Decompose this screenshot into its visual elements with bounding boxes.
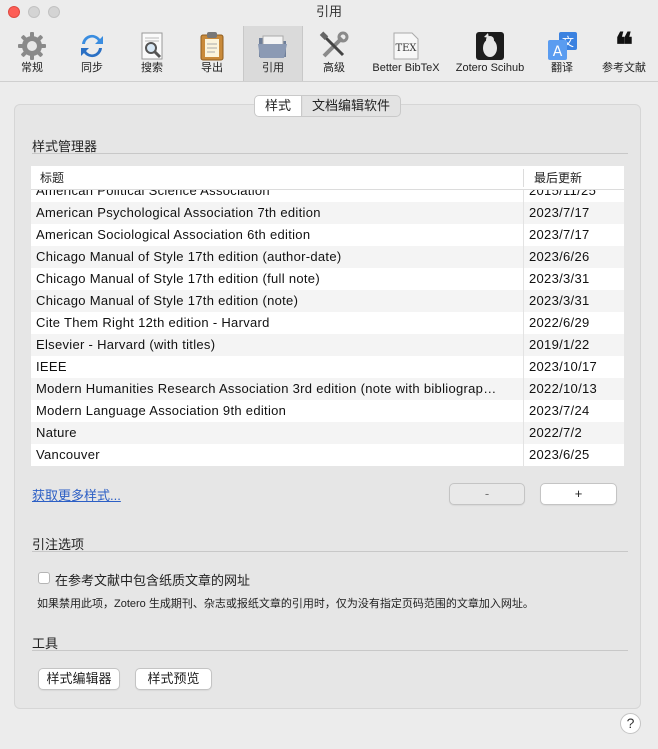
translate-icon: 文 A xyxy=(540,30,584,62)
style-preview-button[interactable]: 样式预览 xyxy=(135,668,212,690)
style-editor-button[interactable]: 样式编辑器 xyxy=(38,668,120,690)
divider xyxy=(32,650,628,651)
toolbar-sync[interactable]: 同步 xyxy=(70,30,114,80)
table-row[interactable]: Chicago Manual of Style 17th edition (no… xyxy=(31,290,624,312)
column-header-title[interactable]: 标题 xyxy=(40,166,64,190)
style-title: Elsevier - Harvard (with titles) xyxy=(36,337,216,352)
style-title: Modern Language Association 9th edition xyxy=(36,403,287,418)
toolbar-label: 导出 xyxy=(201,62,223,74)
tab-word-processors[interactable]: 文档编辑软件 xyxy=(302,96,400,116)
title-bar: 引用 xyxy=(0,0,658,24)
tex-icon: TEX xyxy=(368,30,444,62)
style-title: Chicago Manual of Style 17th edition (fu… xyxy=(36,271,320,286)
gear-icon xyxy=(10,30,54,62)
style-title: Vancouver xyxy=(36,447,100,462)
include-urls-note: 如果禁用此项，Zotero 生成期刊、杂志或报纸文章的引用时，仅为没有指定页码范… xyxy=(37,598,534,610)
table-header: 标题 最后更新 xyxy=(31,166,624,190)
table-row[interactable]: Nature 2022/7/2 xyxy=(31,422,624,444)
quote-icon: ❝ xyxy=(614,26,634,66)
sync-icon xyxy=(70,30,114,62)
table-row[interactable]: Chicago Manual of Style 17th edition (au… xyxy=(31,246,624,268)
scihub-icon xyxy=(452,30,528,62)
column-header-updated[interactable]: 最后更新 xyxy=(534,166,582,190)
table-row[interactable]: Modern Language Association 9th edition 2… xyxy=(31,400,624,422)
toolbar-general[interactable]: 常规 xyxy=(10,30,54,80)
table-row[interactable]: Modern Humanities Research Association 3… xyxy=(31,378,624,400)
divider xyxy=(32,551,628,552)
toolbar-label: 同步 xyxy=(81,62,103,74)
remove-style-button[interactable]: - xyxy=(449,483,525,505)
close-window-button[interactable] xyxy=(8,6,20,18)
toolbar-search[interactable]: 搜索 xyxy=(130,30,174,80)
table-row[interactable]: Vancouver 2023/6/25 xyxy=(31,444,624,466)
column-separator xyxy=(523,169,524,187)
styles-table[interactable]: 标题 最后更新 American Political Science Assoc… xyxy=(31,166,624,466)
toolbar-label: 引用 xyxy=(262,62,284,74)
include-urls-checkbox[interactable] xyxy=(38,572,50,584)
style-updated: 2022/10/13 xyxy=(529,381,598,396)
style-updated: 2022/6/29 xyxy=(529,315,590,330)
toolbar-label: 常规 xyxy=(21,62,43,74)
style-updated: 2023/6/25 xyxy=(529,447,590,462)
style-updated: 2023/3/31 xyxy=(529,271,590,286)
toolbar-advanced[interactable]: 高级 xyxy=(312,30,356,80)
table-row[interactable]: Chicago Manual of Style 17th edition (fu… xyxy=(31,268,624,290)
tab-control: 样式 文档编辑软件 xyxy=(254,95,402,117)
toolbar-export[interactable]: 导出 xyxy=(190,30,234,80)
style-updated: 2023/6/26 xyxy=(529,249,590,264)
table-row[interactable]: Elsevier - Harvard (with titles) 2019/1/2… xyxy=(31,334,624,356)
toolbar-translate[interactable]: 文 A 翻译 xyxy=(540,30,584,80)
preferences-window: 引用 常规 同步 搜索 导出 引用 高级 TEX Better BibTeX Z… xyxy=(0,0,658,749)
style-title: Nature xyxy=(36,425,77,440)
style-title: IEEE xyxy=(36,359,67,374)
tab-styles[interactable]: 样式 xyxy=(255,96,303,116)
include-urls-label[interactable]: 在参考文献中包含纸质文章的网址 xyxy=(55,570,250,589)
style-title: Chicago Manual of Style 17th edition (no… xyxy=(36,293,299,308)
svg-text:A: A xyxy=(553,44,563,60)
style-title: American Psychological Association 7th e… xyxy=(36,205,321,220)
toolbar-better-bibtex[interactable]: TEX Better BibTeX xyxy=(368,30,444,80)
folder-icon xyxy=(244,30,302,62)
style-title: Modern Humanities Research Association 3… xyxy=(36,381,497,396)
toolbar-label: 高级 xyxy=(323,62,345,74)
style-title: Cite Them Right 12th edition - Harvard xyxy=(36,315,270,330)
tools-icon xyxy=(312,30,356,62)
style-updated: 2023/10/17 xyxy=(529,359,598,374)
window-title: 引用 xyxy=(315,4,342,19)
table-row[interactable]: Cite Them Right 12th edition - Harvard 20… xyxy=(31,312,624,334)
style-updated: 2023/3/31 xyxy=(529,293,590,308)
toolbar-label: 翻译 xyxy=(551,62,573,74)
toolbar-label: Zotero Scihub xyxy=(455,62,525,74)
table-row[interactable]: IEEE 2023/10/17 xyxy=(31,356,624,378)
style-updated: 2023/7/17 xyxy=(529,205,590,220)
clipboard-icon xyxy=(190,30,234,62)
style-title: Chicago Manual of Style 17th edition (au… xyxy=(36,249,342,264)
minimize-window-button[interactable] xyxy=(28,6,40,18)
style-updated: 2022/7/2 xyxy=(529,425,583,440)
toolbar-cite[interactable]: 引用 xyxy=(243,26,303,81)
toolbar-label: Better BibTeX xyxy=(372,62,440,74)
style-title: American Sociological Association 6th ed… xyxy=(36,227,311,242)
divider xyxy=(32,153,628,154)
table-body: American Political Science Association 20… xyxy=(31,180,624,466)
toolbar-label: 搜索 xyxy=(141,62,163,74)
table-row[interactable]: American Sociological Association 6th ed… xyxy=(31,224,624,246)
toolbar-references[interactable]: ❝ 参考文献 xyxy=(598,26,650,80)
toolbar-zotero-scihub[interactable]: Zotero Scihub xyxy=(452,30,528,80)
style-updated: 2019/1/22 xyxy=(529,337,590,352)
zoom-window-button[interactable] xyxy=(48,6,60,18)
toolbar-label: 参考文献 xyxy=(602,62,646,74)
table-row[interactable]: American Psychological Association 7th e… xyxy=(31,202,624,224)
search-icon xyxy=(130,30,174,62)
svg-text:TEX: TEX xyxy=(395,43,417,54)
style-updated: 2023/7/24 xyxy=(529,403,590,418)
style-updated: 2023/7/17 xyxy=(529,227,590,242)
get-more-styles-link[interactable]: 获取更多样式... xyxy=(32,485,121,504)
add-style-button[interactable]: + xyxy=(540,483,617,505)
column-divider xyxy=(523,190,524,466)
help-button[interactable]: ? xyxy=(620,713,641,734)
preferences-toolbar: 常规 同步 搜索 导出 引用 高级 TEX Better BibTeX Zote… xyxy=(0,26,658,82)
